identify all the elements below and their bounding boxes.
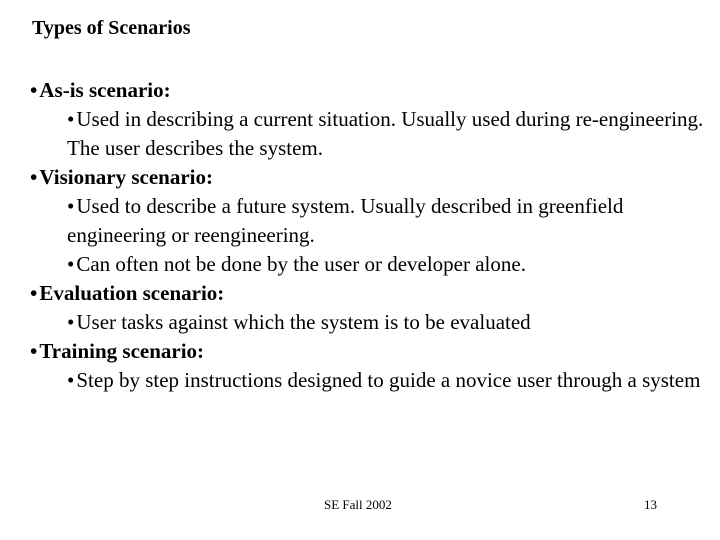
- scenario-detail: •Used in describing a current situation.…: [67, 107, 704, 160]
- slide-title: Types of Scenarios: [32, 17, 191, 39]
- bullet-icon: •: [67, 194, 75, 218]
- scenario-detail: •Used to describe a future system. Usual…: [67, 194, 624, 247]
- bullet-icon: •: [67, 107, 75, 131]
- bullet-icon: •: [30, 78, 38, 102]
- bullet-icon: •: [30, 281, 38, 305]
- footer-course: SE Fall 2002: [324, 497, 392, 512]
- scenario-heading-visionary: •Visionary scenario:: [30, 165, 213, 189]
- bullet-icon: •: [67, 252, 75, 276]
- bullet-icon: •: [67, 310, 75, 334]
- bullet-icon: •: [30, 165, 38, 189]
- scenario-detail: •Step by step instructions designed to g…: [67, 368, 701, 392]
- scenario-detail: •User tasks against which the system is …: [67, 310, 531, 334]
- bullet-icon: •: [67, 368, 75, 392]
- page-number: 13: [644, 497, 657, 512]
- scenario-heading-training: •Training scenario:: [30, 339, 205, 363]
- slide-content: •As-is scenario: •Used in describing a c…: [30, 76, 710, 395]
- scenario-detail: •Can often not be done by the user or de…: [67, 252, 526, 276]
- scenario-heading-as-is: •As-is scenario:: [30, 78, 171, 102]
- bullet-icon: •: [30, 339, 38, 363]
- scenario-heading-evaluation: •Evaluation scenario:: [30, 281, 225, 305]
